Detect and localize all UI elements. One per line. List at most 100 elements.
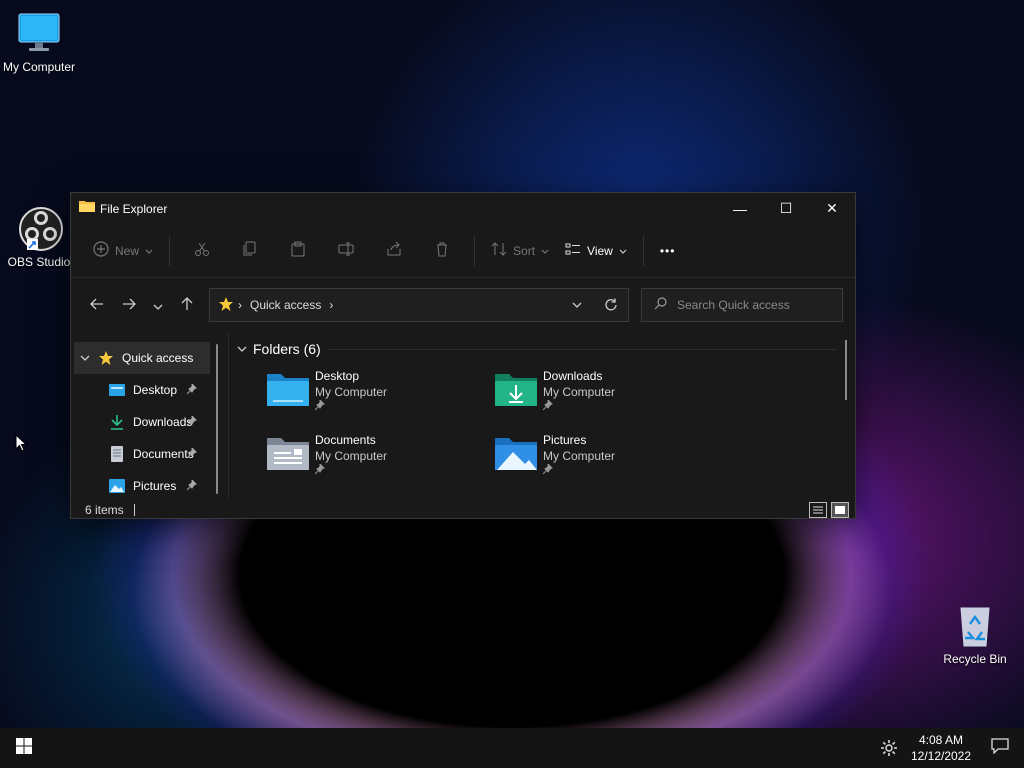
clock[interactable]: 4:08 AM 12/12/2022: [906, 732, 976, 764]
folder-location: My Computer: [543, 385, 616, 399]
more-options-button[interactable]: •••: [652, 235, 684, 267]
back-button[interactable]: [81, 289, 113, 321]
toolbar-separator: [642, 235, 644, 266]
forward-button[interactable]: [113, 289, 145, 321]
file-explorer-window[interactable]: File Explorer — ☐ ✕ New Sort View ••• › …: [70, 192, 856, 519]
star-icon: [96, 350, 116, 366]
pin-icon: [314, 398, 387, 416]
desktop-icon-recycle-bin[interactable]: Recycle Bin: [936, 602, 1014, 666]
notification-button[interactable]: [976, 737, 1024, 759]
tiles-view-button[interactable]: [831, 502, 849, 518]
view-button[interactable]: View: [557, 235, 635, 267]
nav-item-pictures[interactable]: Pictures: [71, 470, 211, 502]
obs-icon: [15, 205, 63, 253]
folder-tiles: Desktop My Computer Downloads My Compute…: [237, 366, 855, 494]
folder-name: Downloads: [543, 369, 603, 383]
sort-arrows-icon: [491, 241, 507, 260]
nav-item-label: Quick access: [122, 351, 194, 365]
share-button[interactable]: [370, 235, 418, 267]
folder-tile-pictures[interactable]: Pictures My Computer: [493, 430, 721, 494]
command-bar: New Sort View •••: [71, 224, 855, 278]
address-dropdown-button[interactable]: [560, 289, 594, 321]
toolbar-separator: [474, 235, 476, 266]
downloads-folder-icon: [493, 372, 539, 412]
arrow-left-icon: [90, 297, 104, 313]
folder-location: My Computer: [315, 385, 388, 399]
delete-button[interactable]: [418, 235, 466, 267]
view-button-label: View: [587, 243, 613, 258]
title-bar[interactable]: File Explorer — ☐ ✕: [71, 193, 855, 224]
nav-item-desktop[interactable]: Desktop: [71, 374, 211, 406]
search-box[interactable]: [641, 288, 843, 322]
pin-icon: [542, 398, 615, 416]
chevron-down-icon[interactable]: [74, 353, 96, 364]
clock-date: 12/12/2022: [910, 749, 972, 763]
desktop-folder-icon: [265, 372, 311, 412]
rename-icon: [338, 241, 354, 260]
settings-gear-icon[interactable]: [872, 739, 906, 757]
breadcrumb-separator[interactable]: ›: [329, 298, 333, 312]
breadcrumb-separator: ›: [238, 298, 242, 312]
folder-tile-desktop[interactable]: Desktop My Computer: [265, 366, 493, 430]
folder-tile-documents[interactable]: Documents My Computer: [265, 430, 493, 494]
more-options-label: •••: [659, 243, 676, 258]
refresh-button[interactable]: [594, 289, 628, 321]
notification-icon: [991, 737, 1009, 759]
documents-folder-icon: [265, 436, 311, 476]
document-icon: [107, 446, 127, 462]
recycle-bin-icon: [951, 602, 999, 650]
pin-icon: [186, 382, 197, 397]
chevron-down-icon: [541, 244, 549, 258]
chevron-down-icon[interactable]: [237, 344, 247, 355]
paste-button[interactable]: [274, 235, 322, 267]
windows-logo-icon: [16, 737, 32, 759]
copy-icon: [242, 241, 258, 260]
details-view-button[interactable]: [809, 502, 827, 518]
nav-item-downloads[interactable]: Downloads: [71, 406, 211, 438]
clipboard-icon: [290, 241, 306, 260]
nav-item-documents[interactable]: Documents: [71, 438, 211, 470]
nav-item-label: Downloads: [133, 415, 193, 429]
desktop-icon-label: Recycle Bin: [943, 652, 1007, 666]
group-title: Folders (6): [253, 341, 321, 357]
folder-tile-downloads[interactable]: Downloads My Computer: [493, 366, 721, 430]
sort-button[interactable]: Sort: [483, 235, 557, 267]
pin-icon: [186, 478, 197, 493]
up-button[interactable]: [171, 289, 203, 321]
chevron-down-icon: [153, 297, 163, 313]
toolbar-separator: [169, 235, 171, 266]
arrow-right-icon: [122, 297, 136, 313]
download-arrow-icon: [107, 414, 127, 430]
maximize-button[interactable]: ☐: [763, 193, 809, 224]
rename-button[interactable]: [322, 235, 370, 267]
desktop-icon-my-computer[interactable]: My Computer: [0, 10, 78, 74]
view-list-icon: [565, 241, 581, 260]
clock-time: 4:08 AM: [918, 733, 964, 747]
folders-group-header[interactable]: Folders (6): [237, 336, 855, 362]
chevron-down-icon: [619, 244, 627, 258]
plus-circle-icon: [93, 241, 109, 260]
nav-item-label: Documents: [133, 447, 194, 461]
close-button[interactable]: ✕: [809, 193, 855, 224]
search-input[interactable]: [677, 298, 827, 312]
address-bar-row: › Quick access ›: [71, 278, 855, 332]
copy-button[interactable]: [226, 235, 274, 267]
picture-icon: [107, 478, 127, 494]
cut-button[interactable]: [178, 235, 226, 267]
desktop-icon-label: My Computer: [2, 60, 76, 74]
desktop-icon-obs-studio[interactable]: OBS Studio: [0, 205, 78, 269]
minimize-button[interactable]: —: [717, 193, 763, 224]
new-button[interactable]: New: [85, 235, 161, 267]
folder-name: Pictures: [543, 433, 587, 447]
new-button-label: New: [115, 243, 140, 258]
start-button[interactable]: [0, 728, 48, 768]
explorer-body: Quick access Desktop Downloads Documents…: [71, 332, 855, 498]
nav-item-quick-access[interactable]: Quick access: [74, 342, 210, 374]
nav-item-label: Pictures: [133, 479, 177, 493]
recent-locations-button[interactable]: [145, 289, 171, 321]
chevron-down-icon: [145, 244, 153, 258]
breadcrumb-quick-access[interactable]: Quick access: [250, 298, 321, 312]
content-scrollbar[interactable]: [845, 340, 847, 400]
address-bar[interactable]: › Quick access ›: [209, 288, 629, 322]
navigation-scrollbar[interactable]: [216, 344, 218, 494]
